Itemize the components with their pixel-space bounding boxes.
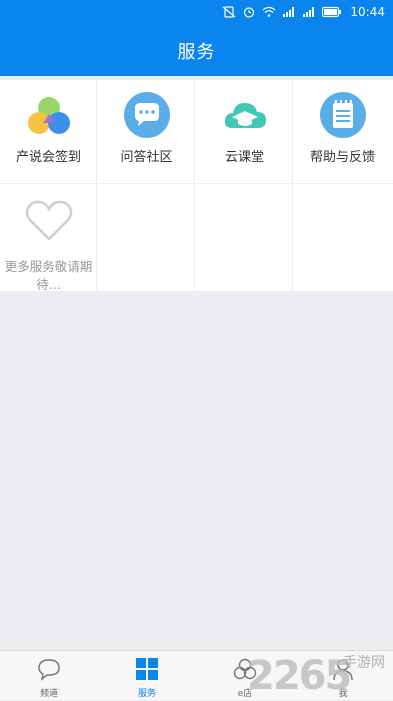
empty-cell <box>196 184 293 292</box>
service-product-checkin[interactable]: 产说会签到 <box>0 80 97 184</box>
tab-channel[interactable]: 频道 <box>0 651 98 701</box>
cloud-graduation-cap-icon <box>224 103 266 128</box>
status-time: 10:44 <box>350 5 385 19</box>
speech-bubble-icon <box>38 659 60 681</box>
alarm-icon <box>244 7 255 18</box>
services-grid: 产说会签到 问答社区 云课堂 帮助与反馈 更多服务敬请期待... <box>0 80 393 292</box>
service-label: 云课堂 <box>224 150 264 165</box>
tab-services[interactable]: 服务 <box>98 651 196 701</box>
heart-outline-icon <box>25 200 73 241</box>
grid-squares-icon <box>136 658 158 680</box>
service-more-coming: 更多服务敬请期待... <box>0 184 97 292</box>
triangle-circles-icon <box>28 97 70 134</box>
chat-bubble-icon <box>124 92 170 138</box>
more-services-label: 更多服务敬请期待... <box>4 259 93 292</box>
notepad-icon <box>320 92 366 138</box>
tab-label: 服务 <box>137 689 156 699</box>
tab-label: 频道 <box>39 689 58 699</box>
watermark-number: 2265 <box>247 653 352 699</box>
service-label: 帮助与反馈 <box>309 150 375 165</box>
service-label: 产说会签到 <box>15 150 81 165</box>
watermark-text: 手游网 <box>343 655 385 671</box>
signal-icon-2 <box>303 7 315 17</box>
service-help-feedback[interactable]: 帮助与反馈 <box>294 80 393 184</box>
signal-icon <box>283 7 295 17</box>
vibrate-icon <box>223 6 236 18</box>
service-label: 问答社区 <box>120 150 173 165</box>
wifi-icon <box>262 6 276 17</box>
site-watermark: 2265 手游网 <box>247 652 393 700</box>
empty-cell <box>294 184 393 292</box>
status-bar: 10:44 <box>222 4 385 20</box>
page-title: 服务 <box>177 42 216 63</box>
service-qa-community[interactable]: 问答社区 <box>98 80 195 184</box>
header-bar: 10:44 服务 <box>0 0 393 76</box>
battery-icon <box>322 6 342 18</box>
service-cloud-classroom[interactable]: 云课堂 <box>196 80 293 184</box>
empty-cell <box>98 184 195 292</box>
